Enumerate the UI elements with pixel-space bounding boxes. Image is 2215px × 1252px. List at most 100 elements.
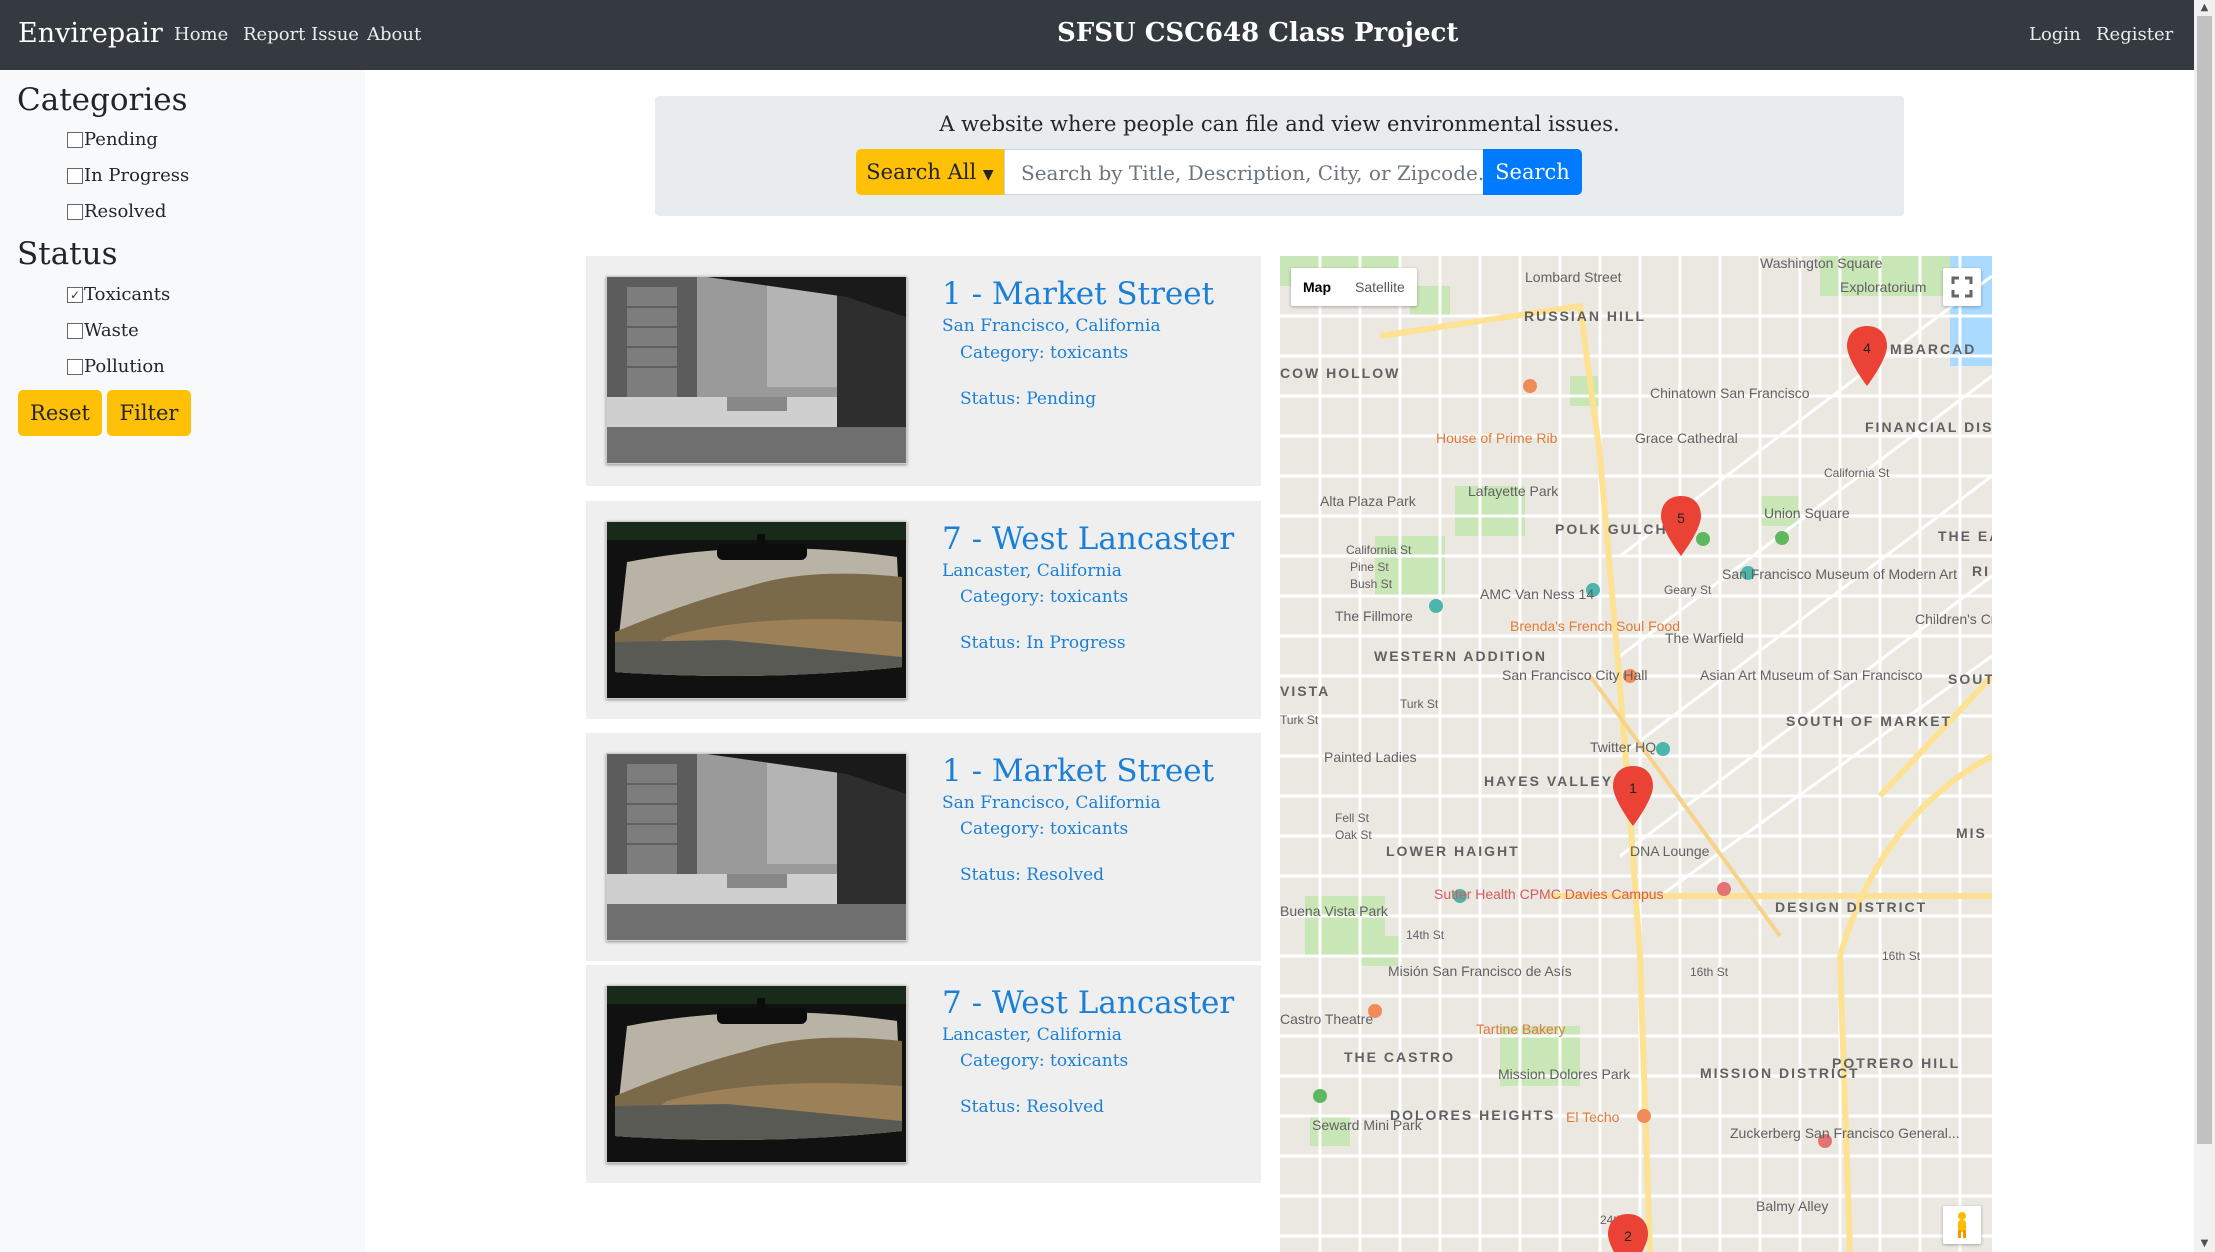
map-label: California St [1346, 543, 1412, 557]
result-card[interactable]: 1 - Market Street San Francisco, Califor… [586, 256, 1261, 486]
category-in-progress-option[interactable]: In Progress [67, 165, 189, 186]
nav-about-link[interactable]: About [367, 24, 421, 45]
result-title-link[interactable]: 7 - West Lancaster [942, 985, 1234, 1021]
result-status: Status: Resolved [960, 1097, 1105, 1117]
nav-report-issue-link[interactable]: Report Issue [243, 24, 359, 45]
status-pollution-option[interactable]: Pollution [67, 356, 165, 377]
map-canvas[interactable]: Lombard Street Washington Square Explora… [1280, 256, 1992, 1252]
resolved-checkbox[interactable] [67, 203, 83, 220]
map-label: THE EA [1938, 528, 1992, 544]
city-building-image [607, 754, 906, 940]
in-progress-checkbox[interactable] [67, 167, 83, 184]
map-label: Oak St [1335, 828, 1372, 842]
car-window-hills-photo[interactable] [606, 985, 907, 1163]
map-label: HAYES VALLEY [1484, 773, 1613, 789]
search-banner: A website where people can file and view… [655, 96, 1904, 216]
toxicants-label: Toxicants [84, 284, 171, 305]
result-category: Category: toxicants [960, 1051, 1129, 1071]
map-label: 14th St [1406, 928, 1445, 942]
site-title: SFSU CSC648 Class Project [1057, 18, 1459, 48]
marker-label: 5 [1677, 510, 1685, 526]
map-label: California St [1824, 466, 1890, 480]
city-building-photo[interactable] [606, 753, 907, 941]
map-label: Fell St [1335, 811, 1370, 825]
categories-heading: Categories [17, 82, 188, 118]
map-label: MBARCAD [1890, 341, 1976, 357]
login-link[interactable]: Login [2029, 24, 2081, 45]
status-toxicants-option[interactable]: ✓ Toxicants [67, 284, 170, 305]
scroll-down-icon[interactable]: ▼ [2194, 1236, 2215, 1252]
toxicants-checkbox[interactable]: ✓ [67, 286, 83, 303]
filter-button[interactable]: Filter [107, 390, 191, 436]
marker-label: 4 [1863, 340, 1871, 356]
map-label: LOWER HAIGHT [1386, 843, 1520, 859]
map-label: House of Prime Rib [1436, 430, 1558, 446]
scroll-up-icon[interactable]: ▲ [2194, 0, 2215, 16]
filter-sidebar: Categories Pending In Progress Resolved … [0, 70, 365, 1252]
map-label: Tartine Bakery [1476, 1021, 1565, 1037]
result-title-link[interactable]: 7 - West Lancaster [942, 521, 1234, 557]
map-label: The Fillmore [1335, 608, 1413, 624]
map-tab-map[interactable]: Map [1291, 268, 1343, 306]
map-label: Buena Vista Park [1280, 903, 1389, 919]
map-label: Sutter Health CPMC Davies Campus [1434, 886, 1664, 902]
map-tab-satellite[interactable]: Satellite [1343, 268, 1417, 306]
map-label: SOUT [1948, 671, 1992, 687]
result-card[interactable]: 7 - West Lancaster Lancaster, California… [586, 965, 1261, 1183]
scroll-thumb[interactable] [2197, 16, 2212, 1144]
site-tagline: A website where people can file and view… [939, 112, 1620, 136]
result-card[interactable]: 7 - West Lancaster Lancaster, California… [586, 501, 1261, 719]
category-pending-option[interactable]: Pending [67, 129, 158, 150]
street-view-pegman-icon[interactable] [1943, 1206, 1981, 1244]
reset-button[interactable]: Reset [18, 390, 102, 436]
issues-map[interactable]: Lombard Street Washington Square Explora… [1280, 256, 1992, 1252]
pending-checkbox[interactable] [67, 131, 83, 148]
register-link[interactable]: Register [2096, 24, 2173, 45]
map-label: San Francisco Museum of Modern Art [1722, 566, 1957, 582]
in-progress-label: In Progress [84, 165, 190, 186]
resolved-label: Resolved [84, 201, 167, 222]
search-button[interactable]: Search [1483, 149, 1582, 195]
waste-checkbox[interactable] [67, 322, 83, 339]
map-label: Turk St [1280, 713, 1319, 727]
map-label: Bush St [1350, 577, 1393, 591]
map-label: DNA Lounge [1630, 843, 1710, 859]
map-label: THE CASTRO [1344, 1049, 1455, 1065]
status-waste-option[interactable]: Waste [67, 320, 139, 341]
page-scrollbar[interactable]: ▲ ▼ [2194, 0, 2215, 1252]
map-label: POLK GULCH [1555, 521, 1668, 537]
search-placeholder: Search by Title, Description, City, or Z… [1021, 161, 1497, 185]
nav-home-link[interactable]: Home [174, 24, 228, 45]
map-label: WESTERN ADDITION [1374, 648, 1547, 664]
map-label: AMC Van Ness 14 [1480, 586, 1594, 602]
map-label: Alta Plaza Park [1320, 493, 1417, 509]
map-label: Pine St [1350, 560, 1389, 574]
issue-marker[interactable]: 2 [1608, 1214, 1648, 1252]
map-label: Geary St [1664, 583, 1712, 597]
city-building-image [607, 277, 906, 463]
pollution-checkbox[interactable] [67, 358, 83, 375]
result-title-link[interactable]: 1 - Market Street [942, 753, 1214, 789]
search-scope-dropdown[interactable]: Search All ▼ [856, 149, 1004, 195]
result-title-link[interactable]: 1 - Market Street [942, 276, 1214, 312]
brand-logo-link[interactable]: Envirepair [18, 18, 163, 49]
search-input[interactable]: Search by Title, Description, City, or Z… [1004, 149, 1497, 195]
result-card[interactable]: 1 - Market Street San Francisco, Califor… [586, 733, 1261, 961]
city-building-photo[interactable] [606, 276, 907, 464]
map-label: Castro Theatre [1280, 1011, 1373, 1027]
car-window-hills-photo[interactable] [606, 521, 907, 699]
map-label: Brenda's French Soul Food [1510, 618, 1680, 634]
result-status: Status: Pending [960, 389, 1097, 409]
category-resolved-option[interactable]: Resolved [67, 201, 166, 222]
map-label: Union Square [1764, 505, 1850, 521]
map-label: Grace Cathedral [1635, 430, 1738, 446]
map-label: Twitter HQ [1590, 739, 1656, 755]
fullscreen-icon[interactable] [1943, 268, 1981, 306]
map-label: 16th St [1690, 965, 1729, 979]
result-category: Category: toxicants [960, 343, 1129, 363]
result-location: Lancaster, California [942, 561, 1122, 581]
map-label: Exploratorium [1840, 279, 1926, 295]
map-label: SOUTH OF MARKET [1786, 713, 1952, 729]
map-label: Lafayette Park [1468, 483, 1559, 499]
map-label: DESIGN DISTRICT [1775, 899, 1927, 915]
